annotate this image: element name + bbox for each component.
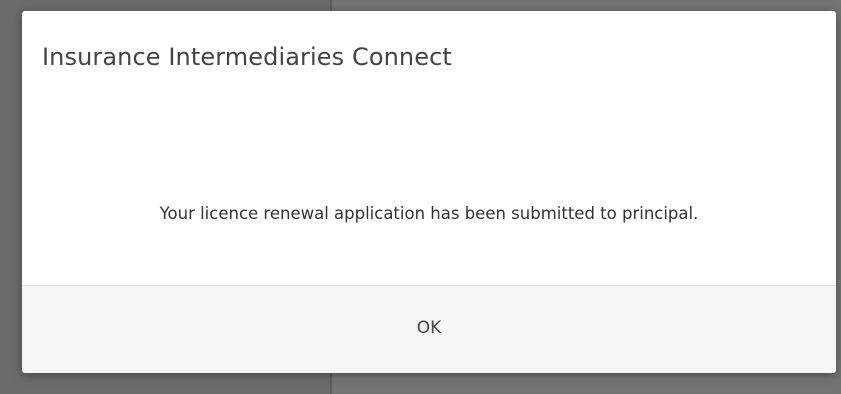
dialog-title: Insurance Intermediaries Connect [42, 43, 452, 71]
ok-button[interactable]: OK [22, 286, 836, 373]
dialog-message: Your licence renewal application has bee… [159, 204, 699, 223]
dialog-footer: OK [22, 285, 836, 373]
alert-dialog: Insurance Intermediaries Connect Your li… [22, 11, 836, 373]
